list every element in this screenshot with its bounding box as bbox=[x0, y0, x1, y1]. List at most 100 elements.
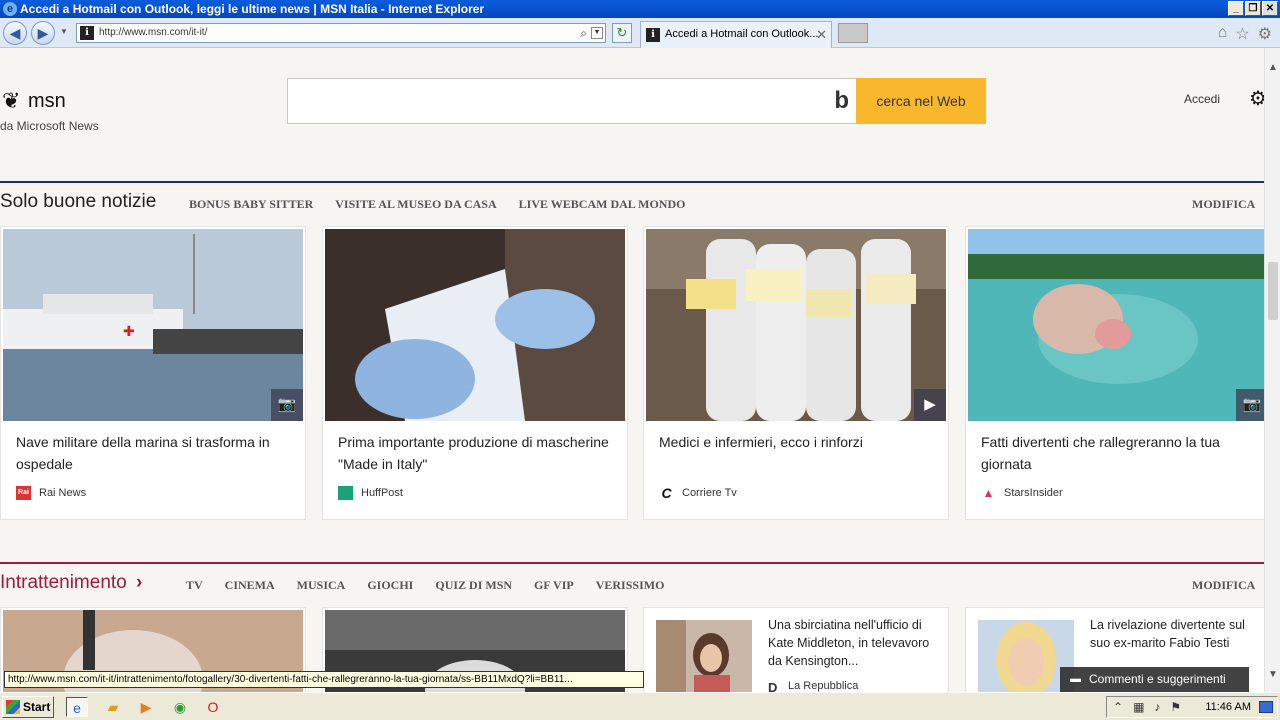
address-text: http://www.msn.com/it-it/ bbox=[99, 27, 208, 38]
section-link[interactable]: QUIZ DI MSN bbox=[435, 578, 512, 593]
section-link[interactable]: GF VIP bbox=[534, 578, 574, 593]
news-card[interactable]: ▶ Medici e infermieri, ecco i rinforzi C… bbox=[643, 226, 949, 520]
section-divider bbox=[0, 181, 1264, 183]
section-link[interactable]: LIVE WEBCAM DAL MONDO bbox=[519, 197, 686, 212]
screen: e Accedi a Hotmail con Outlook, leggi le… bbox=[0, 0, 1280, 720]
card-source[interactable]: Rai Rai News bbox=[16, 485, 86, 501]
scroll-down-icon[interactable]: ▼ bbox=[1268, 669, 1278, 680]
section-link[interactable]: MUSICA bbox=[297, 578, 346, 593]
feedback-button[interactable]: ▬ Commenti e suggerimenti bbox=[1060, 667, 1249, 692]
section-link[interactable]: VISITE AL MUSEO DA CASA bbox=[335, 197, 496, 212]
tray-flag-icon[interactable]: ⚑ bbox=[1170, 697, 1181, 717]
tray-network-icon[interactable]: ▦ bbox=[1133, 697, 1144, 717]
clock[interactable]: 11:46 AM bbox=[1205, 697, 1251, 717]
edit-section-link[interactable]: MODIFICA bbox=[1192, 197, 1255, 212]
edit-section-link[interactable]: MODIFICA bbox=[1192, 578, 1255, 593]
rai-news-logo-icon: Rai bbox=[16, 486, 31, 500]
card-source[interactable]: D La Repubblica bbox=[768, 680, 858, 692]
taskbar-opera-icon[interactable]: O bbox=[202, 697, 224, 717]
news-card[interactable]: 📷 Fatti divertenti che rallegreranno la … bbox=[965, 226, 1264, 520]
home-icon[interactable]: ⌂ bbox=[1218, 24, 1228, 44]
tray-volume-icon[interactable]: ♪ bbox=[1154, 697, 1160, 717]
card-image: ✚ 📷 bbox=[3, 229, 303, 421]
card-source-name: HuffPost bbox=[361, 487, 403, 499]
news-card[interactable]: ✚ 📷 Nave militare della marina si trasfo… bbox=[0, 226, 306, 520]
card-source[interactable]: C Corriere Tv bbox=[659, 485, 737, 501]
browser-tab[interactable]: ℹ Accedi a Hotmail con Outlook... ✕ bbox=[640, 21, 832, 48]
status-url-tooltip: http://www.msn.com/it-it/intrattenimento… bbox=[4, 671, 644, 688]
search-web-button[interactable]: cerca nel Web bbox=[856, 78, 986, 124]
news-card-small[interactable]: Una sbirciatina nell'ufficio di Kate Mid… bbox=[643, 607, 949, 692]
system-tray: ⌃ ▦ ♪ ⚑ 11:46 AM bbox=[1106, 696, 1278, 718]
minimize-button[interactable]: _ bbox=[1228, 1, 1244, 16]
scroll-up-icon[interactable]: ▲ bbox=[1268, 62, 1278, 73]
taskbar-folder-icon[interactable]: ▰ bbox=[102, 697, 124, 717]
forward-button[interactable]: ▶ bbox=[31, 21, 55, 45]
card-source-name: Rai News bbox=[39, 487, 87, 499]
taskbar-chrome-icon[interactable]: ◉ bbox=[169, 697, 191, 717]
section-link[interactable]: TV bbox=[186, 578, 203, 593]
search-input[interactable]: b bbox=[287, 78, 857, 124]
card-title[interactable]: La rivelazione divertente sul suo ex-mar… bbox=[1090, 616, 1260, 652]
tools-gear-icon[interactable]: ⚙ bbox=[1258, 24, 1272, 44]
starsinsider-logo-icon: ▲ bbox=[982, 486, 995, 500]
address-dropdown-icon[interactable]: ▼ bbox=[591, 27, 603, 39]
section-title-text: Intrattenimento bbox=[0, 572, 127, 593]
taskbar-ie-icon[interactable]: e bbox=[66, 697, 88, 717]
address-bar[interactable]: ℹ http://www.msn.com/it-it/ ⌕ ▼ bbox=[76, 23, 606, 43]
news-card[interactable]: Prima importante produzione di mascherin… bbox=[322, 226, 628, 520]
show-desktop-icon[interactable] bbox=[1259, 701, 1273, 713]
close-button[interactable]: ✕ bbox=[1262, 1, 1278, 16]
card-source-name: Corriere Tv bbox=[682, 487, 737, 499]
navigation-bar: ◀ ▶ ▼ ℹ http://www.msn.com/it-it/ ⌕ ▼ ↻ … bbox=[0, 18, 1280, 48]
card-source[interactable]: HuffPost bbox=[338, 485, 403, 501]
section-link[interactable]: GIOCHI bbox=[367, 578, 413, 593]
tab-close-icon[interactable]: ✕ bbox=[816, 22, 827, 47]
section-link[interactable]: VERISSIMO bbox=[596, 578, 665, 593]
taskbar-media-player-icon[interactable]: ▶ bbox=[135, 697, 157, 717]
card-source-name: StarsInsider bbox=[1004, 487, 1063, 499]
search-icon[interactable]: ⌕ bbox=[580, 24, 587, 42]
card-title[interactable]: Medici e infermieri, ecco i rinforzi bbox=[659, 431, 939, 453]
back-button[interactable]: ◀ bbox=[3, 21, 27, 45]
section-link[interactable]: BONUS BABY SITTER bbox=[189, 197, 313, 212]
window-titlebar: e Accedi a Hotmail con Outlook, leggi le… bbox=[0, 0, 1280, 18]
camera-icon: 📷 bbox=[271, 389, 303, 421]
window-title: Accedi a Hotmail con Outlook, leggi le u… bbox=[20, 2, 485, 16]
signin-link[interactable]: Accedi bbox=[1184, 92, 1220, 106]
vertical-scrollbar[interactable]: ▲ ▼ bbox=[1264, 48, 1280, 692]
history-dropdown-icon[interactable]: ▼ bbox=[60, 27, 68, 36]
tab-title: Accedi a Hotmail con Outlook... bbox=[665, 28, 819, 40]
msn-logo-text: msn bbox=[28, 90, 66, 112]
tab-favicon-icon: ℹ bbox=[646, 28, 660, 42]
repubblica-logo-icon: D bbox=[768, 680, 778, 692]
section-link[interactable]: CINEMA bbox=[225, 578, 275, 593]
start-button[interactable]: Start bbox=[2, 696, 54, 718]
card-title[interactable]: Fatti divertenti che rallegreranno la tu… bbox=[981, 431, 1261, 475]
msn-subtitle: da Microsoft News bbox=[0, 119, 99, 133]
windows-logo-icon bbox=[6, 700, 20, 714]
card-image: 📷 bbox=[968, 229, 1264, 421]
refresh-button[interactable]: ↻ bbox=[612, 23, 632, 43]
comment-icon: ▬ bbox=[1070, 673, 1081, 685]
new-tab-button[interactable] bbox=[838, 23, 868, 43]
favorites-star-icon[interactable]: ☆ bbox=[1235, 24, 1249, 44]
card-image: ▶ bbox=[646, 229, 946, 421]
tray-expand-icon[interactable]: ⌃ bbox=[1113, 697, 1123, 717]
card-source[interactable]: ▲ StarsInsider bbox=[981, 485, 1063, 501]
start-label: Start bbox=[23, 700, 51, 714]
card-title[interactable]: Prima importante produzione di mascherin… bbox=[338, 431, 618, 475]
card-title[interactable]: Nave militare della marina si trasforma … bbox=[16, 431, 296, 475]
settings-gear-icon[interactable]: ⚙ bbox=[1249, 86, 1264, 111]
card-title[interactable]: Una sbirciatina nell'ufficio di Kate Mid… bbox=[768, 616, 938, 670]
msn-butterfly-icon: ❦ bbox=[2, 88, 21, 113]
section-title-entertainment[interactable]: Intrattenimento › bbox=[0, 572, 142, 594]
chevron-right-icon: › bbox=[136, 572, 143, 593]
restore-button[interactable]: ❐ bbox=[1245, 1, 1261, 16]
scroll-thumb[interactable] bbox=[1268, 262, 1278, 320]
msn-logo[interactable]: ❦ msn bbox=[0, 86, 140, 116]
web-page: ❦ msn da Microsoft News b cerca nel Web … bbox=[0, 48, 1264, 692]
site-favicon-icon: ℹ bbox=[80, 26, 94, 40]
section-title-good-news[interactable]: Solo buone notizie bbox=[0, 191, 156, 213]
camera-icon: 📷 bbox=[1236, 389, 1264, 421]
